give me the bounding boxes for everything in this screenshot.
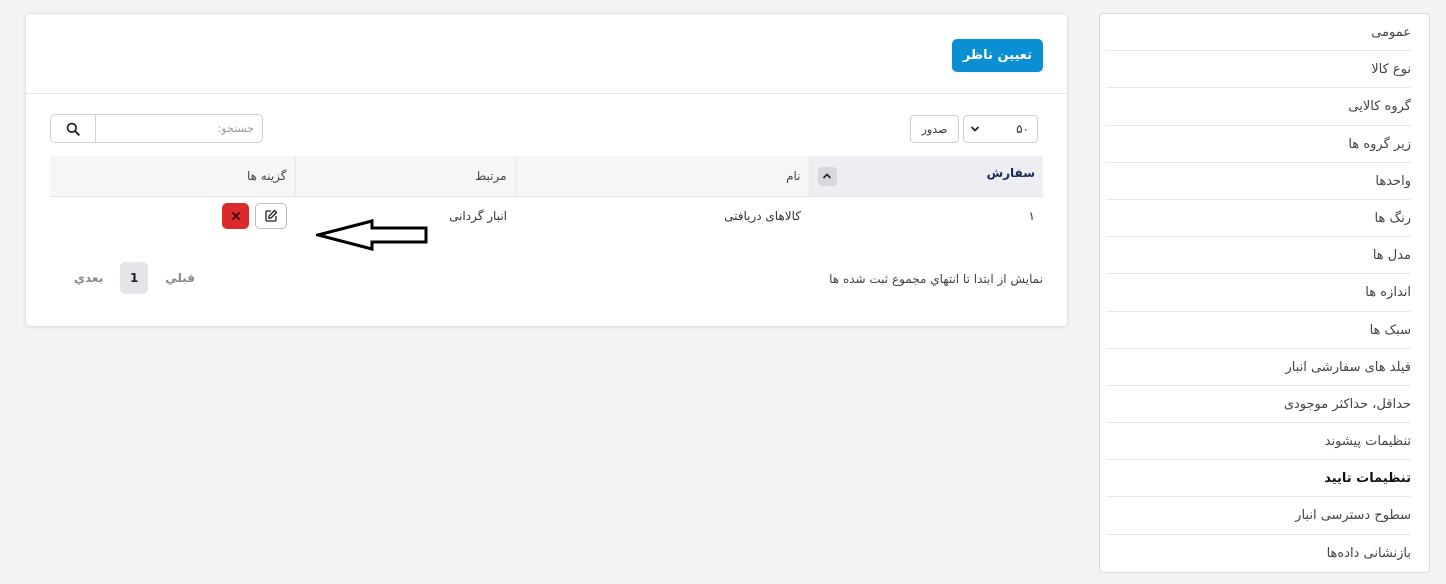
page-length-select[interactable]: ۵۰ xyxy=(963,115,1038,143)
search-input[interactable] xyxy=(96,115,262,142)
search-box xyxy=(50,114,263,143)
sidebar-item-models[interactable]: مدل ها xyxy=(1106,237,1411,275)
sidebar-item-approval-settings[interactable]: تنظیمات تایید xyxy=(1106,460,1411,498)
sidebar-item-access-levels[interactable]: سطوح دسترسی انبار xyxy=(1106,497,1411,535)
current-page-button[interactable]: 1 xyxy=(120,262,149,294)
sidebar-item-prefix-settings[interactable]: تنظیمات پیشوند xyxy=(1106,423,1411,461)
sidebar-item-subgroups[interactable]: زیر گروه ها xyxy=(1106,126,1411,163)
cell-name: کالاهای دریافتی xyxy=(724,209,801,224)
export-button[interactable]: صدور xyxy=(910,115,959,143)
settings-sidebar: عمومی نوع کالا گروه کالایی زیر گروه ها و… xyxy=(1099,13,1430,573)
sidebar-item-colors[interactable]: رنگ ها xyxy=(1106,200,1411,238)
edit-icon xyxy=(265,210,278,222)
sidebar-item-product-type[interactable]: نوع کالا xyxy=(1106,51,1411,89)
sidebar-item-sizes[interactable]: اندازه ها xyxy=(1106,274,1411,312)
sidebar-item-min-max-stock[interactable]: حداقل، حداکثر موجودی xyxy=(1106,386,1411,424)
previous-page-link[interactable]: قبلي xyxy=(165,271,195,285)
sidebar-item-reset-data[interactable]: بازنشانی داده‌ها xyxy=(1106,535,1411,572)
page-length-value: ۵۰ xyxy=(1016,122,1029,136)
card-header: تعیین ناظر xyxy=(26,14,1067,94)
cell-options xyxy=(50,196,295,236)
column-header-order[interactable]: سفارش xyxy=(808,156,1043,197)
approval-table: سفارش نام مرتبط گزینه ها ۱ کالاهای دریاف… xyxy=(50,156,1043,236)
row-actions xyxy=(58,203,287,230)
search-icon xyxy=(66,122,80,136)
table-row: ۱ کالاهای دریافتی انبار گردانی xyxy=(50,196,1043,236)
assign-supervisor-button[interactable]: تعیین ناظر xyxy=(951,39,1043,72)
sidebar-item-units[interactable]: واحدها xyxy=(1106,163,1411,200)
app: عمومی نوع کالا گروه کالایی زیر گروه ها و… xyxy=(0,0,1446,584)
delete-button[interactable] xyxy=(222,203,249,230)
next-page-link[interactable]: بعدي xyxy=(74,271,103,285)
table-header-row: سفارش نام مرتبط گزینه ها xyxy=(50,156,1043,197)
close-icon xyxy=(231,212,240,221)
sidebar-item-custom-fields[interactable]: فیلد های سفارشی انبار xyxy=(1106,349,1411,386)
column-header-name[interactable]: نام xyxy=(514,156,809,197)
chevron-down-icon xyxy=(970,126,980,132)
cell-order: ۱ xyxy=(1028,209,1035,224)
edit-button[interactable] xyxy=(255,203,287,230)
approval-settings-card: تعیین ناظر ۵۰ صدور سفارش xyxy=(25,13,1068,327)
sidebar-item-product-group[interactable]: گروه کالایی xyxy=(1106,88,1411,126)
pagination: بعدي 1 قبلي xyxy=(74,262,195,294)
search-button[interactable] xyxy=(51,115,96,142)
sort-asc-icon xyxy=(817,166,837,186)
column-header-related[interactable]: مرتبط xyxy=(294,156,515,197)
sidebar-item-styles[interactable]: سبک ها xyxy=(1106,312,1411,349)
column-header-label: سفارش xyxy=(986,165,1035,180)
annotation-arrow-icon xyxy=(316,219,428,251)
column-header-options: گزینه ها xyxy=(50,156,295,197)
sidebar-item-general[interactable]: عمومی xyxy=(1106,14,1411,52)
table-info: نمایش از ابتدا تا انتهاي مجموع ثبت شده ه… xyxy=(829,272,1043,286)
